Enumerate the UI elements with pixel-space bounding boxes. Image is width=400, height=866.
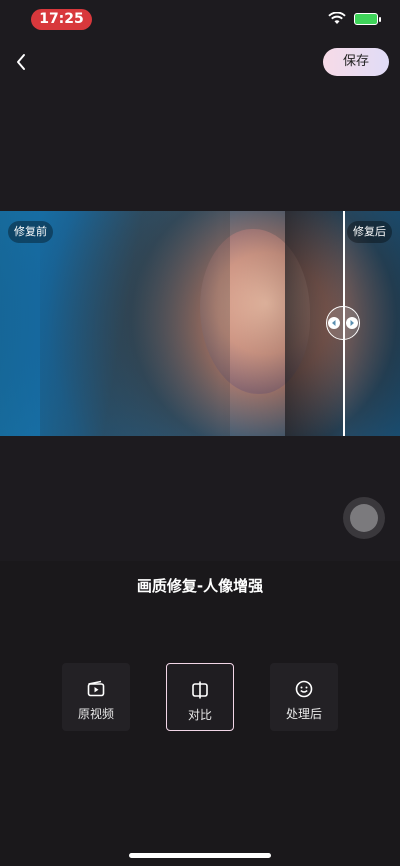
floating-button-dot [350,504,378,532]
floating-action-button[interactable] [343,497,385,539]
chevron-left-icon [17,54,25,70]
option-original-video[interactable]: 原视频 [62,663,130,731]
option-label: 对比 [187,708,212,722]
arrow-left-icon [328,317,340,329]
status-time: 17:25 [31,9,92,30]
option-label: 原视频 [77,707,114,721]
option-compare[interactable]: 对比 [166,663,234,731]
wifi-icon [328,12,346,24]
status-bar: 17:25 [0,0,400,40]
option-label: 处理后 [285,707,322,721]
compare-icon [192,681,208,699]
option-processed[interactable]: 处理后 [270,663,338,731]
arrow-right-icon [346,317,358,329]
video-preview[interactable]: 修复前 修复后 [0,211,400,436]
home-indicator[interactable] [129,853,271,858]
status-icons [328,12,381,25]
back-button[interactable] [10,50,34,74]
video-clip-icon [87,680,105,697]
before-label: 修复前 [8,221,53,243]
after-label: 修复后 [347,221,392,243]
smile-face-icon [295,680,313,698]
battery-charging-icon [354,12,381,25]
save-button[interactable]: 保存 [323,48,389,76]
compare-slider-handle[interactable] [326,306,360,340]
panel-title: 画质修复-人像增强 [136,577,264,595]
